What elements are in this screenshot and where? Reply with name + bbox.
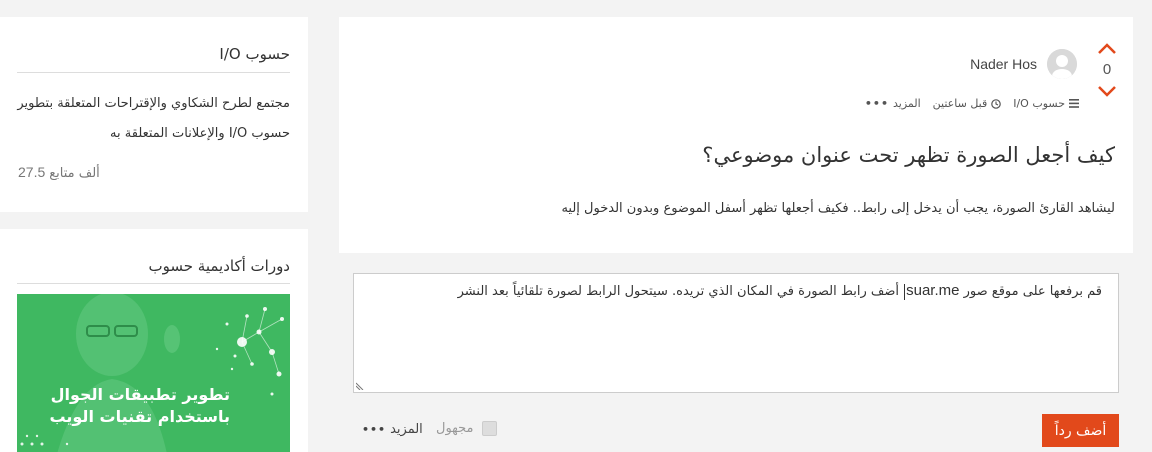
- courses-title: دورات أكاديمية حسوب: [148, 257, 291, 275]
- post-more-menu[interactable]: المزيد •••: [865, 97, 921, 110]
- vote-count: 0: [1102, 61, 1112, 78]
- post-meta: حسوب I/O قبل ساعتين المزيد •••: [865, 97, 1079, 110]
- divider: [17, 72, 290, 73]
- community-title[interactable]: حسوب I/O: [219, 45, 290, 63]
- time-label: قبل ساعتين: [932, 97, 988, 110]
- promo-line-2: باستخدام تقنيات الويب: [49, 407, 230, 426]
- community-description: مجتمع لطرح الشكاوي والإقتراحات المتعلقة …: [17, 96, 290, 141]
- category-label[interactable]: حسوب I/O: [1013, 97, 1065, 110]
- post-title: كيف أجعل الصورة تظهر تحت عنوان موضوعي؟: [702, 143, 1115, 167]
- ellipsis-icon[interactable]: •••: [865, 97, 889, 110]
- reply-text-before: قم برفعها على موقع صور: [963, 284, 1102, 299]
- post-time: قبل ساعتين: [933, 97, 1002, 110]
- more-label[interactable]: المزيد: [893, 97, 921, 110]
- promo-artwork: [17, 294, 290, 452]
- vote-widget: 0: [1093, 43, 1121, 97]
- post-body: ليشاهد القارئ الصورة، يجب أن يدخل إلى را…: [561, 201, 1115, 216]
- user-avatar-icon: [1047, 49, 1077, 79]
- followers-label: ألف متابع: [49, 166, 100, 181]
- checkbox[interactable]: [481, 421, 497, 436]
- followers-number: 27.5: [18, 164, 46, 180]
- divider: [17, 283, 290, 284]
- promo-line-1: تطوير تطبيقات الجوال: [50, 385, 230, 404]
- add-reply-button[interactable]: أضف رداً: [1042, 414, 1119, 447]
- list-icon: [1069, 99, 1079, 108]
- chevron-up-icon[interactable]: [1097, 43, 1117, 55]
- reply-more-label[interactable]: المزيد: [390, 422, 423, 437]
- reply-text: قم برفعها على موقع صور suar.me أضف رابط …: [458, 282, 1102, 300]
- avatar[interactable]: [1047, 49, 1077, 79]
- post-card: 0 Nader Hos حسوب I/O قبل ساعتين المزيد •…: [339, 17, 1133, 253]
- courses-card: دورات أكاديمية حسوب تطوير تطبيقات الجوال…: [0, 229, 308, 452]
- course-promo-banner[interactable]: تطوير تطبيقات الجوال باستخدام تقنيات الو…: [17, 294, 290, 452]
- community-card: حسوب I/O مجتمع لطرح الشكاوي والإقتراحات …: [0, 17, 308, 212]
- reply-text-after: أضف رابط الصورة في المكان الذي تريده. سي…: [457, 284, 899, 299]
- reply-site-link: suar.me: [906, 282, 960, 299]
- anonymous-checkbox[interactable]: مجهول: [436, 421, 497, 436]
- followers-count: ألف متابع 27.5: [18, 164, 100, 181]
- anonymous-label[interactable]: مجهول: [436, 421, 474, 436]
- chevron-down-icon[interactable]: [1097, 85, 1117, 97]
- reply-textarea[interactable]: قم برفعها على موقع صور suar.me أضف رابط …: [353, 273, 1119, 393]
- text-cursor: [904, 283, 906, 300]
- reply-more-button[interactable]: المزيد •••: [362, 422, 423, 437]
- resize-handle-icon[interactable]: [356, 382, 364, 390]
- post-category[interactable]: حسوب I/O: [1013, 97, 1079, 110]
- author-name[interactable]: Nader Hos: [970, 56, 1037, 72]
- post-author[interactable]: Nader Hos: [970, 49, 1077, 79]
- clock-icon: [991, 98, 1002, 109]
- ellipsis-icon[interactable]: •••: [362, 423, 386, 436]
- promo-text: تطوير تطبيقات الجوال باستخدام تقنيات الو…: [49, 384, 230, 428]
